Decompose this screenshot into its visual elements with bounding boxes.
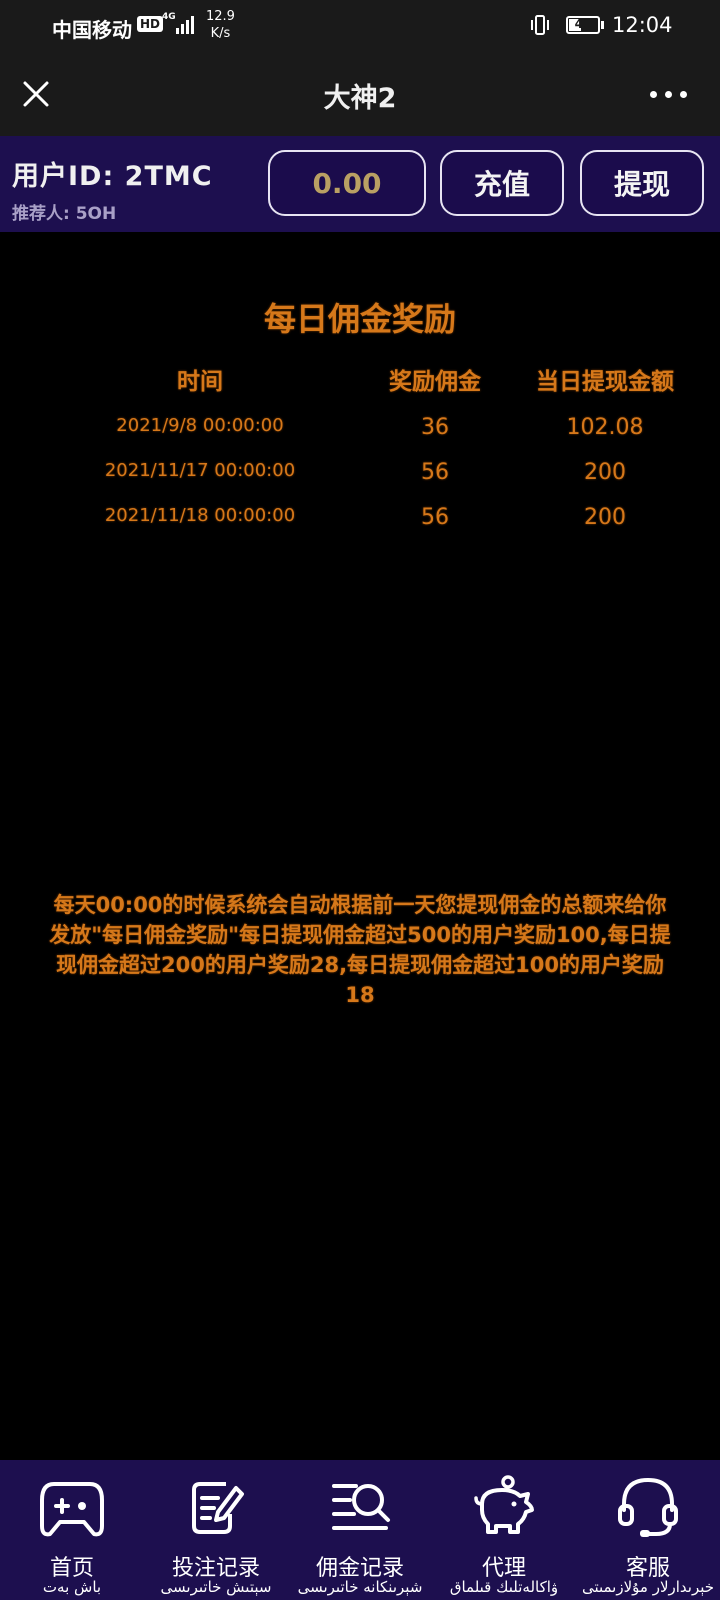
header-amount: 当日提现金额 [536,369,674,395]
nav-agent[interactable]: 代理 ۋاكالەتلىك قىلماق [432,1460,576,1600]
network-type: 4G [162,12,176,22]
signal-icon [176,14,198,34]
carrier-name: 中国移动 [52,18,132,42]
withdraw-button[interactable]: 提现 [580,150,704,216]
row-commission: 56 [421,460,449,485]
row-time: 2021/11/18 00:00:00 [104,505,296,526]
edit-note-icon [192,1482,244,1534]
row-time: 2021/11/17 00:00:00 [104,460,296,481]
network-speed: 12.9 K/s [206,8,235,42]
status-bar: 中国移动 HD 4G 12.9 K/s 41 12:04 [0,0,720,52]
battery-level: 41 [574,17,592,31]
bottom-nav: 首页 باش بەت 投注记录 سېتىش خاتىرىسى 佣金记录 شېرى… [0,1460,720,1600]
nav-customer-service[interactable]: 客服 خېرىدارلار مۇلازىمىتى [576,1460,720,1600]
headset-icon [618,1477,678,1537]
table-row: 2021/9/8 00:00:00 36 102.08 [0,415,720,455]
speed-value: 12.9 [206,9,235,24]
row-time: 2021/9/8 00:00:00 [116,415,284,436]
row-amount: 200 [584,460,626,485]
gamepad-icon [40,1482,104,1537]
nav-sublabel: سېتىش خاتىرىسى [160,1578,272,1596]
reward-rules-note: 每天00:00的时候系统会自动根据前一天您提现佣金的总额来给你发放"每日佣金奖励… [49,893,671,1007]
clock: 12:04 [612,13,673,37]
nav-home[interactable]: 首页 باش بەت [0,1460,144,1600]
user-id: 用户ID: 2TMC [12,161,213,192]
nav-sublabel: ۋاكالەتلىك قىلماق [449,1578,559,1596]
row-amount: 102.08 [566,415,644,440]
row-commission: 36 [421,415,449,440]
reward-title: 每日佣金奖励 [263,300,456,338]
hd-badge: HD [137,16,164,32]
referrer: 推荐人: 5OH [12,204,117,224]
speed-unit: K/s [210,26,231,41]
nav-sublabel: باش بەت [42,1578,102,1596]
battery-tip [601,21,604,29]
header-time: 时间 [177,369,223,395]
battery-icon: 41 [566,16,600,34]
more-icon[interactable] [650,91,690,101]
nav-commission-records[interactable]: 佣金记录 شېرىنكانە خاتىرىسى [288,1460,432,1600]
row-amount: 200 [584,505,626,530]
table-row: 2021/11/18 00:00:00 56 200 [0,505,720,545]
recharge-button[interactable]: 充值 [440,150,564,216]
balance-display: 0.00 [268,150,426,216]
header-commission: 奖励佣金 [389,369,481,395]
vibrate-icon [531,15,549,35]
title-bar: 大神2 [0,52,720,136]
table-row: 2021/11/17 00:00:00 56 200 [0,460,720,500]
page-title: 大神2 [323,83,397,114]
nav-sublabel: شېرىنكانە خاتىرىسى [297,1578,423,1596]
user-bar: 用户ID: 2TMC 推荐人: 5OH 0.00 充值 提现 [0,136,720,232]
nav-sublabel: خېرىدارلار مۇلازىمىتى [581,1578,715,1596]
search-list-icon [332,1484,390,1530]
nav-bet-records[interactable]: 投注记录 سېتىش خاتىرىسى [144,1460,288,1600]
piggy-bank-icon [474,1475,534,1534]
row-commission: 56 [421,505,449,530]
